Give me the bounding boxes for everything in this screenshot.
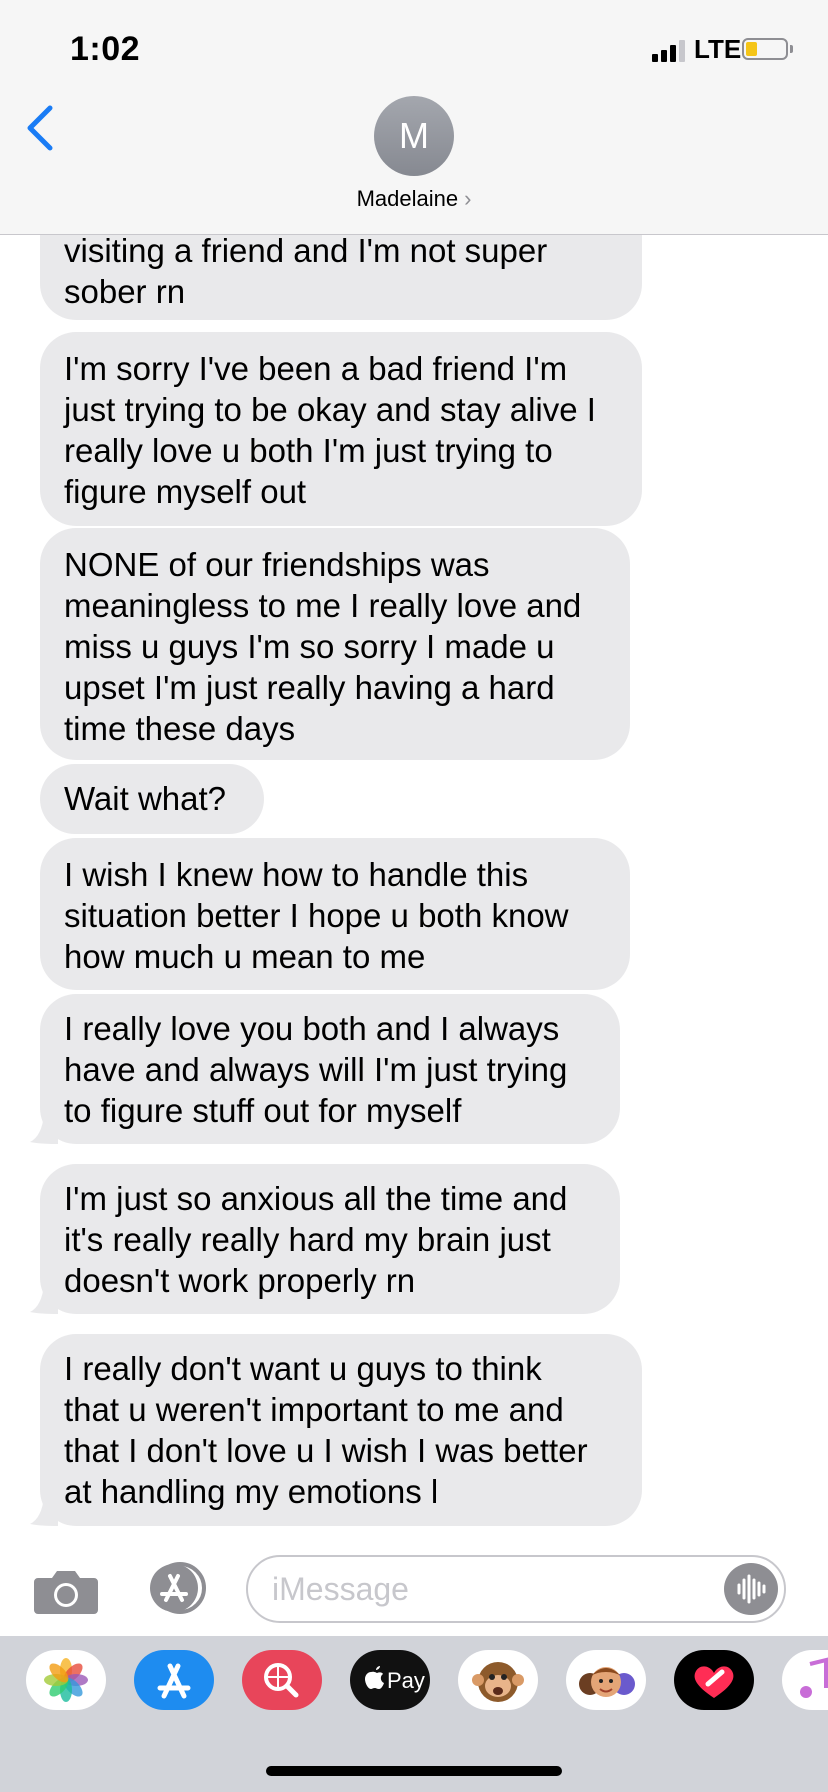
digital-touch-icon[interactable] [674,1650,754,1710]
message-text: visiting a friend and I'm not super sobe… [64,234,548,310]
message-text: I wish I knew how to handle this situati… [64,856,569,975]
cellular-signal-icon [652,38,688,62]
animoji-icon[interactable] [458,1650,538,1710]
contact-avatar[interactable]: M [374,96,454,176]
message-text: I'm sorry I've been a bad friend I'm jus… [64,350,596,510]
app-store-toggle-icon[interactable] [140,1562,212,1614]
message-bubble[interactable]: I wish I knew how to handle this situati… [40,838,630,990]
compose-bar [0,1548,828,1636]
bubble-tail [30,1114,58,1144]
web-images-icon[interactable] [242,1650,322,1710]
message-bubble[interactable]: visiting a friend and I'm not super sobe… [40,234,642,320]
bubble-tail [30,1496,58,1526]
message-input[interactable] [272,1557,692,1621]
status-bar: 1:02 LTE [0,0,828,90]
message-bubble[interactable]: I'm sorry I've been a bad friend I'm jus… [40,332,642,526]
music-icon[interactable] [782,1650,828,1710]
status-time: 1:02 [70,30,141,68]
message-text: I'm just so anxious all the time and it'… [64,1180,568,1299]
back-chevron-icon[interactable] [20,100,60,156]
message-bubble[interactable]: I'm just so anxious all the time and it'… [40,1164,620,1314]
message-list[interactable]: visiting a friend and I'm not super sobe… [0,234,828,1548]
home-indicator[interactable] [266,1766,562,1776]
message-text: I really love you both and I always have… [64,1010,568,1129]
bubble-tail [30,1284,58,1314]
battery-tip [790,45,793,53]
camera-icon[interactable] [34,1564,98,1616]
chevron-right-icon: › [464,186,472,211]
message-bubble[interactable]: NONE of our friendships was meaningless … [40,528,630,760]
battery-icon [742,38,788,60]
apple-pay-label: Pay [387,1668,425,1693]
conversation-header: 1:02 LTE M Madelaine › [0,0,828,235]
message-bubble[interactable]: I really don't want u guys to think that… [40,1334,642,1526]
contact-name-button[interactable]: Madelaine › [0,186,828,212]
message-text: Wait what? [64,780,227,817]
message-text: NONE of our friendships was meaningless … [64,546,582,747]
message-text: I really don't want u guys to think that… [64,1350,588,1510]
network-type: LTE [694,34,742,64]
apple-pay-icon[interactable]: Pay [350,1650,430,1710]
audio-message-icon[interactable] [724,1563,778,1615]
memoji-icon[interactable] [566,1650,646,1710]
message-bubble[interactable]: Wait what? [40,764,264,834]
app-store-icon[interactable] [134,1650,214,1710]
imessage-app-drawer: Pay [0,1636,828,1792]
message-bubble[interactable]: I really love you both and I always have… [40,994,620,1144]
photos-icon[interactable] [26,1650,106,1710]
contact-name: Madelaine [356,186,459,211]
imessage-input-field[interactable] [246,1555,786,1623]
